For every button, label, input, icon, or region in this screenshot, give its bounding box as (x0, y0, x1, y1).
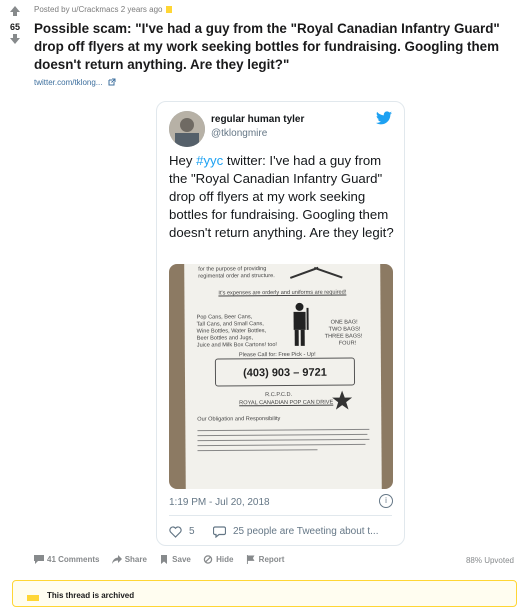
reply-bubble-icon[interactable] (213, 526, 226, 538)
upvote-icon[interactable] (10, 6, 20, 16)
avatar[interactable] (169, 111, 205, 147)
flyer-fine-print (197, 428, 370, 452)
tweeting-about-link[interactable]: 25 people are Tweeting about t... (233, 526, 378, 537)
comments-button[interactable]: 41 Comments (34, 555, 99, 564)
flyer-text: Juice and Milk Box Cartons! too! (196, 342, 278, 349)
flyer-phone-box: (403) 903 – 9721 (214, 357, 356, 387)
report-button[interactable]: Report (246, 555, 285, 564)
post-meta-text[interactable]: Posted by u/Crackmacs 2 years ago (34, 5, 163, 14)
save-label: Save (172, 555, 191, 564)
flyer-phone: (403) 903 – 9721 (243, 366, 327, 380)
tweet-like-count[interactable]: 5 (189, 526, 195, 537)
archived-banner: This thread is archived (12, 580, 517, 607)
soldier-silhouette-icon (293, 302, 309, 346)
post-title[interactable]: Possible scam: "I've had a guy from the … (34, 20, 514, 74)
tweet-text-start: Hey (169, 153, 197, 168)
hide-button[interactable]: Hide (203, 555, 233, 564)
bookmark-icon (161, 555, 168, 564)
rifles-icon (289, 266, 343, 279)
external-link-icon (108, 78, 116, 86)
post-meta: Posted by u/Crackmacs 2 years ago (34, 5, 172, 14)
hide-icon (203, 555, 213, 564)
twitter-bird-icon[interactable] (376, 111, 392, 125)
post-card: 65 Posted by u/Crackmacs 2 years ago Pos… (0, 0, 530, 580)
flyer-text: FOUR! (338, 340, 357, 347)
flyer-text: R.C.P.C.D. (265, 391, 293, 399)
info-icon[interactable]: i (379, 494, 393, 508)
tweet-text: Hey #yyc twitter: I've had a guy from th… (169, 152, 394, 242)
downvote-icon[interactable] (10, 34, 20, 44)
award-icon (165, 6, 172, 13)
vote-column: 65 (0, 0, 30, 60)
post-link[interactable]: twitter.com/tklong... (34, 78, 116, 87)
flag-icon (246, 555, 255, 564)
flyer-text: Our Obligation and Responsibility (197, 416, 281, 423)
star-icon (332, 390, 353, 410)
tweet-hashtag[interactable]: #yyc (196, 153, 223, 168)
hide-label: Hide (216, 555, 234, 564)
flyer-text: It's expenses are orderly and uniforms a… (218, 289, 347, 297)
post-action-bar: 41 Comments Share Save Hide Report (34, 555, 294, 567)
upvote-ratio: 88% Upvoted (465, 556, 514, 565)
share-label: Share (124, 555, 147, 564)
save-button[interactable]: Save (159, 555, 191, 564)
tweet-photo[interactable]: for the purpose of providing regimental … (169, 264, 393, 489)
vote-score: 65 (9, 22, 20, 32)
report-label: Report (258, 555, 285, 564)
comment-icon (34, 555, 44, 564)
share-icon (111, 555, 122, 564)
archive-icon (27, 595, 39, 601)
tweet-timestamp[interactable]: 1:19 PM - Jul 20, 2018 (169, 497, 270, 508)
tweet-author-name[interactable]: regular human tyler (211, 114, 304, 125)
flyer-text: ROYAL CANADIAN POP CAN DRIVE (239, 399, 334, 407)
share-button[interactable]: Share (111, 555, 147, 564)
archived-text: This thread is archived (47, 591, 135, 600)
heart-icon[interactable] (169, 526, 182, 538)
comments-label: 41 Comments (47, 555, 100, 564)
flyer-text: regimental order and structure. (198, 273, 275, 280)
post-link-text[interactable]: twitter.com/tklong... (34, 78, 102, 87)
flyer-image: for the purpose of providing regimental … (184, 264, 382, 489)
tweet-embed[interactable]: regular human tyler @tklongmire Hey #yyc… (156, 101, 405, 546)
tweet-author-handle[interactable]: @tklongmire (211, 128, 267, 139)
tweet-divider (169, 515, 392, 516)
